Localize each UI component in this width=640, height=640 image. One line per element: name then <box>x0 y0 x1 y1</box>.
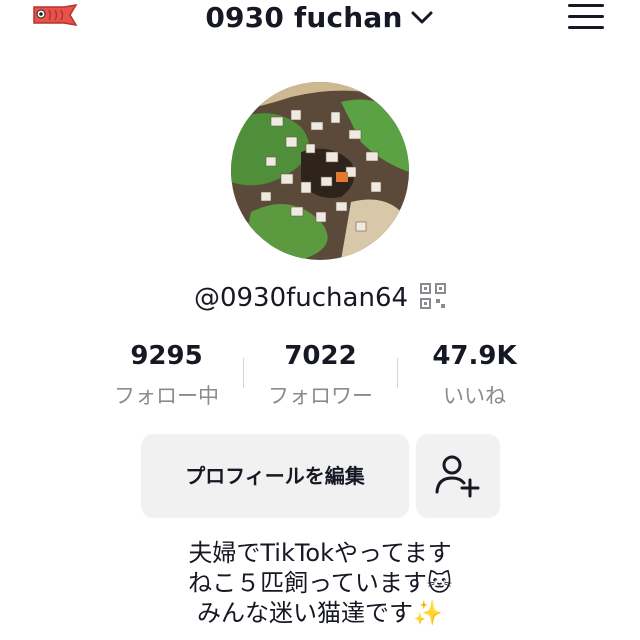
stat-followers[interactable]: 7022 フォロワー <box>244 336 397 416</box>
chevron-down-icon <box>409 0 435 36</box>
add-user-icon <box>435 455 480 498</box>
followers-count: 7022 <box>284 341 357 371</box>
followers-label: フォロワー <box>268 384 373 408</box>
account-switcher[interactable]: 0930 fuchan <box>0 0 640 36</box>
likes-label: いいね <box>443 384 506 408</box>
bio-line: みんな迷い猫達です✨ <box>197 599 443 627</box>
user-handle: @0930fuchan64 <box>193 283 409 313</box>
hamburger-menu-icon[interactable] <box>566 2 606 32</box>
top-bar: 0930 fuchan <box>0 0 640 40</box>
qr-code-icon[interactable] <box>420 283 447 309</box>
stat-following[interactable]: 9295 フォロー中 <box>90 336 243 416</box>
username-row: @0930fuchan64 <box>0 278 640 318</box>
bio-line: ねこ５匹飼っています🐱 <box>188 569 452 597</box>
account-title: 0930 fuchan <box>205 1 403 34</box>
following-label: フォロー中 <box>114 384 219 408</box>
likes-count: 47.9K <box>432 341 517 371</box>
stat-likes[interactable]: 47.9K いいね <box>398 336 551 416</box>
profile-bio: 夫婦でTikTokやってます ねこ５匹飼っています🐱 みんな迷い猫達です✨ <box>0 538 640 628</box>
edit-profile-button[interactable]: プロフィールを編集 <box>141 434 409 518</box>
profile-avatar[interactable] <box>231 82 409 260</box>
add-friend-button[interactable] <box>416 434 500 518</box>
following-count: 9295 <box>130 341 203 371</box>
bio-line: 夫婦でTikTokやってます <box>188 539 452 567</box>
profile-stats: 9295 フォロー中 7022 フォロワー 47.9K いいね <box>90 336 550 416</box>
